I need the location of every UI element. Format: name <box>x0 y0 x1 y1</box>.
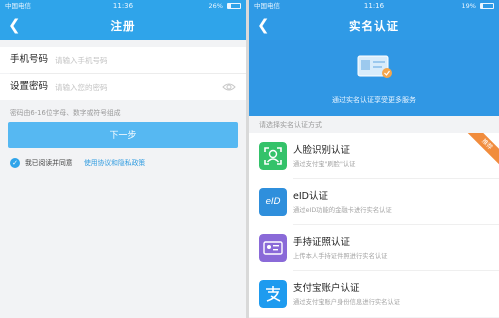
handheld-id-option[interactable]: 手持证照认证 上传本人手持证件照进行实名认证 <box>249 225 499 271</box>
status-right: 26% <box>208 0 241 12</box>
password-input[interactable] <box>55 80 205 94</box>
id-photo-icon <box>259 234 287 262</box>
section-label: 请选择实名认证方式 <box>259 121 322 129</box>
battery-percent: 26% <box>208 2 223 10</box>
battery-icon <box>480 3 494 9</box>
register-header: 中国电信 11:36 26% ❮ 注册 <box>0 0 246 40</box>
banner-text: 通过实名认证享受更多服务 <box>332 96 416 104</box>
status-bar: 中国电信 11:16 19% <box>249 0 499 12</box>
method-title: 手持证照认证 <box>293 237 351 248</box>
alipay-icon <box>259 280 287 308</box>
register-screen: 中国电信 11:36 26% ❮ 注册 手机号码 设置密码 密码由6-16位字母… <box>0 0 246 318</box>
eid-verify-option[interactable]: eID eID认证 通过eID功能的金融卡进行实名认证 <box>249 179 499 225</box>
method-subtitle: 通过支付宝账户身份信息进行实名认证 <box>293 299 401 306</box>
alipay-account-option[interactable]: 支付宝账户认证 通过支付宝账户身份信息进行实名认证 <box>249 271 499 317</box>
agree-text: 我已阅读并同意 <box>25 159 73 167</box>
password-hint: 密码由6-16位字母、数字或符号组成 <box>10 109 121 117</box>
battery-icon <box>227 3 241 9</box>
method-subtitle: 上传本人手持证件照进行实名认证 <box>293 253 388 260</box>
battery-percent: 19% <box>461 2 476 10</box>
method-title: eID认证 <box>293 191 328 202</box>
page-title: 实名认证 <box>349 19 399 33</box>
eye-icon[interactable] <box>222 81 236 93</box>
recommended-badge: 推荐 <box>465 133 499 167</box>
eid-icon: eID <box>259 188 287 216</box>
method-title: 人脸识别认证 <box>293 145 351 156</box>
password-row: 设置密码 <box>0 74 246 100</box>
id-card-icon <box>357 55 392 78</box>
badge-text: 推荐 <box>465 133 499 167</box>
status-right: 19% <box>461 0 494 12</box>
phone-label: 手机号码 <box>10 54 49 65</box>
verification-header: 中国电信 11:16 19% ❮ 实名认证 <box>249 0 499 40</box>
method-title: 支付宝账户认证 <box>293 283 360 294</box>
phone-row: 手机号码 <box>0 47 246 73</box>
terms-link[interactable]: 使用协议和隐私政策 <box>84 157 145 169</box>
face-scan-icon <box>259 142 287 170</box>
check-icon[interactable]: ✓ <box>10 158 20 168</box>
next-button[interactable]: 下一步 <box>8 122 238 148</box>
page-title: 注册 <box>110 19 136 33</box>
method-subtitle: 通过支付宝"刷脸"认证 <box>293 161 356 168</box>
face-verify-option[interactable]: 人脸识别认证 通过支付宝"刷脸"认证 推荐 <box>249 133 499 179</box>
phone-input[interactable] <box>55 53 205 67</box>
verification-banner: 通过实名认证享受更多服务 <box>249 40 499 116</box>
status-bar: 中国电信 11:36 26% <box>0 0 246 12</box>
method-subtitle: 通过eID功能的金融卡进行实名认证 <box>293 207 392 214</box>
password-label: 设置密码 <box>10 81 49 92</box>
verification-screen: 中国电信 11:16 19% ❮ 实名认证 通过实名认证享受更多服务 请选择实名… <box>249 0 499 318</box>
